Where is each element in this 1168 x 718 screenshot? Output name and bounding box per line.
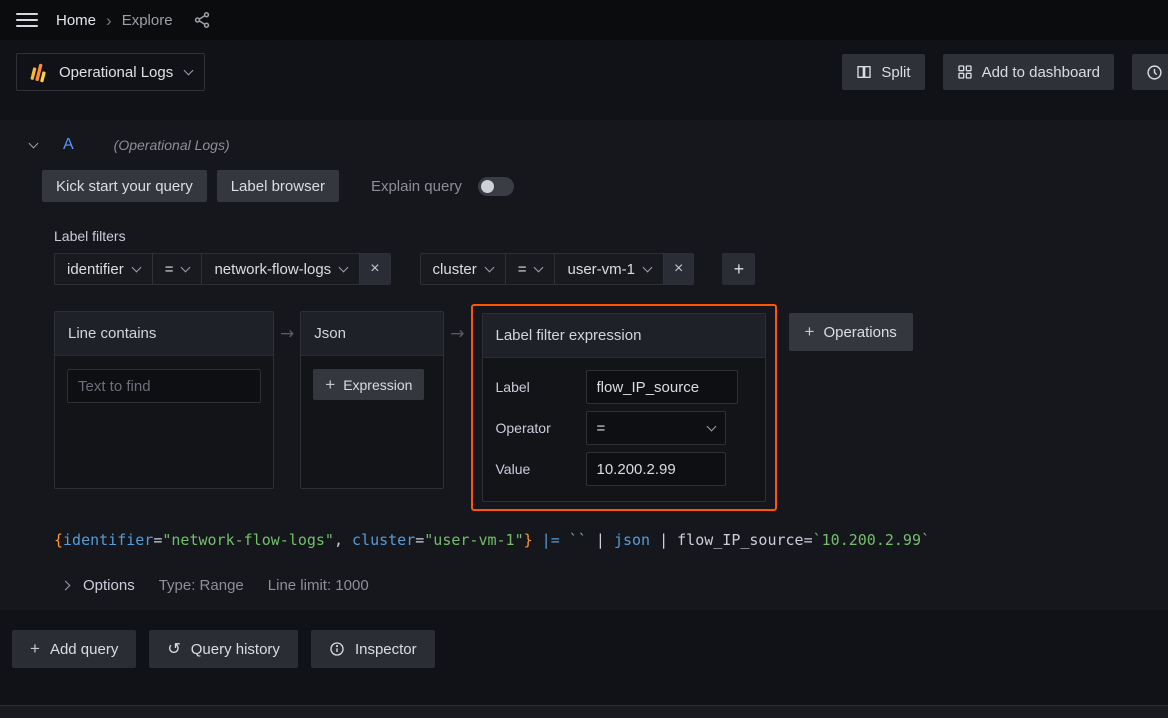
operation-line-contains: Line contains bbox=[54, 311, 274, 489]
remove-filter-button[interactable]: × bbox=[663, 253, 694, 285]
lfe-label-name: Label bbox=[496, 379, 586, 395]
lfe-label-input[interactable] bbox=[586, 370, 738, 404]
breadcrumb-home[interactable]: Home bbox=[56, 12, 96, 29]
query-builder: Label filters identifier = network-flow-… bbox=[54, 228, 1152, 594]
lfe-value-name: Value bbox=[496, 461, 586, 477]
lfe-operator-select[interactable]: = bbox=[586, 411, 726, 445]
label-filters-row: identifier = network-flow-logs × cluster bbox=[54, 253, 1152, 285]
query-ref-id: A bbox=[63, 136, 74, 154]
lfe-value-input[interactable] bbox=[586, 452, 726, 486]
info-icon bbox=[329, 641, 345, 657]
toolbar-actions: Split Add to dashboard bbox=[842, 54, 1152, 90]
filter-label-select[interactable]: cluster bbox=[420, 253, 506, 285]
collapse-query-icon[interactable] bbox=[26, 140, 41, 151]
add-expression-button[interactable]: + Expression bbox=[313, 369, 424, 400]
remove-filter-button[interactable]: × bbox=[359, 253, 390, 285]
plus-icon: + bbox=[325, 375, 335, 395]
operation-json: Json + Expression bbox=[300, 311, 444, 489]
explain-query-label: Explain query bbox=[371, 178, 462, 195]
chevron-down-icon bbox=[181, 262, 191, 272]
breadcrumb-separator-icon: › bbox=[106, 12, 112, 29]
breadcrumb: Home › Explore bbox=[56, 12, 173, 29]
label-filter: cluster = user-vm-1 × bbox=[420, 253, 695, 285]
highlight-outline: Label filter expression Label Operator = bbox=[471, 304, 777, 511]
operations-row: Line contains → Json + Expression → bbox=[54, 311, 1152, 511]
query-editor-panel: A (Operational Logs) Kick start your que… bbox=[0, 120, 1168, 610]
query-options-row: Options Type: Range Line limit: 1000 bbox=[54, 577, 1152, 594]
lfe-operator-name: Operator bbox=[496, 420, 586, 436]
options-type: Type: Range bbox=[159, 577, 244, 594]
chevron-down-icon bbox=[131, 262, 141, 272]
line-contains-input[interactable] bbox=[67, 369, 261, 403]
share-icon[interactable] bbox=[193, 11, 211, 29]
top-nav: Home › Explore bbox=[0, 0, 1168, 40]
explore-toolbar: Operational Logs Split Add to dashboard bbox=[0, 40, 1168, 104]
split-icon bbox=[856, 64, 872, 80]
operation-title: Line contains bbox=[55, 312, 273, 356]
pipeline-arrow-icon: → bbox=[280, 324, 294, 344]
filter-operator-select[interactable]: = bbox=[505, 253, 556, 285]
operation-title: Json bbox=[301, 312, 443, 356]
query-datasource-hint: (Operational Logs) bbox=[114, 137, 230, 153]
chevron-down-icon bbox=[184, 65, 194, 75]
add-query-button[interactable]: + Add query bbox=[12, 630, 136, 668]
clock-icon bbox=[1146, 64, 1163, 81]
query-history-button[interactable]: ↺ Query history bbox=[149, 630, 298, 668]
chevron-down-icon bbox=[484, 262, 494, 272]
history-icon: ↺ bbox=[167, 641, 180, 657]
options-line-limit: Line limit: 1000 bbox=[268, 577, 369, 594]
chevron-down-icon bbox=[706, 421, 716, 431]
query-row-header: A (Operational Logs) bbox=[16, 128, 1152, 162]
next-panel-edge bbox=[0, 705, 1168, 718]
pipeline-arrow-icon: → bbox=[450, 324, 464, 344]
add-operations-button[interactable]: + Operations bbox=[789, 313, 913, 351]
filter-value-select[interactable]: network-flow-logs bbox=[201, 253, 360, 285]
grid-icon bbox=[957, 64, 973, 80]
chevron-down-icon bbox=[339, 262, 349, 272]
add-to-dashboard-label: Add to dashboard bbox=[982, 64, 1100, 81]
operation-title: Label filter expression bbox=[483, 314, 765, 358]
query-toolbar: Kick start your query Label browser Expl… bbox=[42, 170, 1152, 202]
explain-query-toggle[interactable] bbox=[478, 177, 514, 196]
operation-label-filter-expression: Label filter expression Label Operator = bbox=[482, 313, 766, 502]
datasource-logo-icon bbox=[29, 61, 49, 83]
chevron-right-icon bbox=[61, 581, 71, 591]
breadcrumb-current: Explore bbox=[122, 12, 173, 29]
plus-icon: + bbox=[805, 322, 815, 342]
split-label: Split bbox=[881, 64, 910, 81]
label-browser-button[interactable]: Label browser bbox=[217, 170, 339, 202]
kick-start-button[interactable]: Kick start your query bbox=[42, 170, 207, 202]
split-button[interactable]: Split bbox=[842, 54, 924, 90]
chevron-down-icon bbox=[534, 262, 544, 272]
filter-value-select[interactable]: user-vm-1 bbox=[554, 253, 664, 285]
add-label-filter-button[interactable]: + bbox=[722, 253, 755, 285]
explore-footer: + Add query ↺ Query history Inspector bbox=[12, 630, 1156, 668]
add-to-dashboard-button[interactable]: Add to dashboard bbox=[943, 54, 1114, 90]
options-toggle[interactable]: Options bbox=[54, 577, 135, 594]
time-range-button[interactable] bbox=[1132, 54, 1168, 90]
datasource-name: Operational Logs bbox=[59, 64, 173, 81]
filter-label-select[interactable]: identifier bbox=[54, 253, 153, 285]
menu-icon[interactable] bbox=[16, 13, 38, 27]
label-filter: identifier = network-flow-logs × bbox=[54, 253, 391, 285]
chevron-down-icon bbox=[643, 262, 653, 272]
raw-query-preview: {identifier="network-flow-logs", cluster… bbox=[54, 531, 1152, 549]
datasource-picker[interactable]: Operational Logs bbox=[16, 53, 205, 91]
plus-icon: + bbox=[30, 639, 40, 659]
filter-operator-select[interactable]: = bbox=[152, 253, 203, 285]
inspector-button[interactable]: Inspector bbox=[311, 630, 435, 668]
label-filters-title: Label filters bbox=[54, 228, 1152, 244]
